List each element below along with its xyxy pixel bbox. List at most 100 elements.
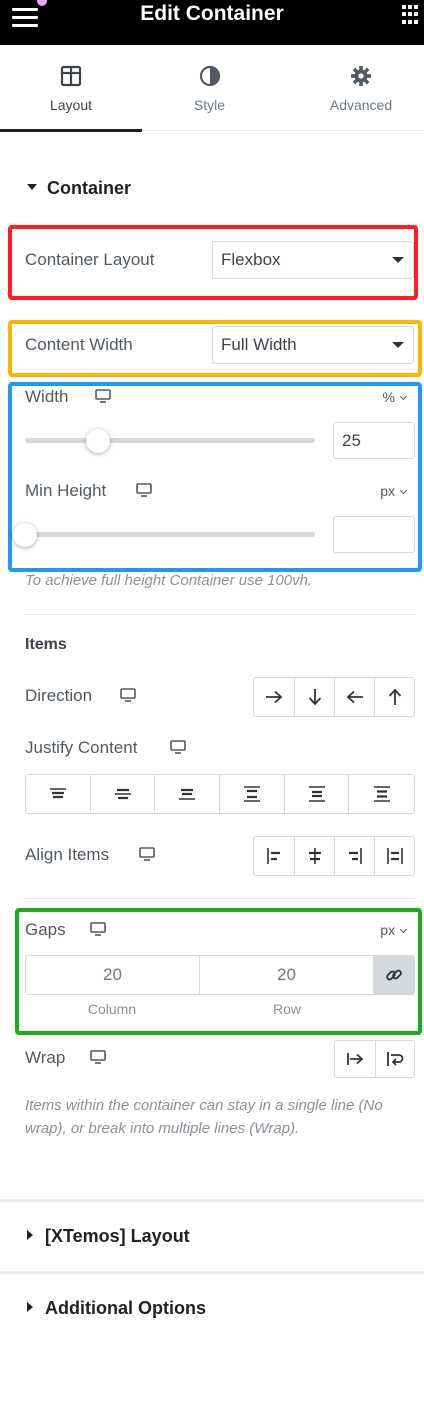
gaps-label: Gaps — [25, 920, 66, 939]
wrap-buttons — [334, 1040, 415, 1078]
chevron-down-icon — [399, 925, 408, 934]
direction-row-button[interactable] — [254, 678, 295, 716]
gap-column-label: Column — [87, 1001, 137, 1017]
desktop-icon[interactable] — [139, 847, 155, 861]
justify-space-around-icon — [308, 786, 325, 802]
panel-title: Edit Container — [140, 2, 284, 25]
min-height-slider-thumb[interactable] — [13, 523, 37, 547]
min-height-input[interactable] — [333, 516, 415, 553]
desktop-icon[interactable] — [170, 740, 186, 754]
content-width-label: Content Width — [25, 335, 133, 354]
direction-label: Direction — [25, 686, 93, 705]
direction-column-button[interactable] — [295, 678, 335, 716]
top-bar: Edit Container — [0, 0, 424, 45]
content-width-value: Full Width — [221, 335, 297, 354]
container-layout-select[interactable]: Flexbox — [212, 241, 414, 279]
justify-start-icon — [49, 788, 66, 799]
column-icon — [308, 689, 321, 706]
row-reverse-icon — [346, 690, 363, 704]
section-container-title: Container — [47, 178, 132, 198]
gap-column-input[interactable]: 20 — [26, 956, 200, 994]
section-additional-options-toggle[interactable]: Additional Options — [27, 1298, 206, 1319]
wrap-icon — [386, 1052, 404, 1066]
dropdown-arrow-icon — [392, 257, 404, 263]
caret-right-icon — [27, 1230, 33, 1241]
min-height-hint: To achieve full height Container use 100… — [25, 572, 313, 589]
widgets-grid-icon[interactable] — [402, 5, 422, 25]
width-unit-select[interactable]: % — [382, 389, 408, 405]
desktop-icon[interactable] — [136, 483, 152, 497]
min-height-unit-select[interactable]: px — [380, 483, 408, 499]
justify-space-around-button[interactable] — [285, 775, 350, 813]
justify-space-between-button[interactable] — [220, 775, 285, 813]
section-xtemos-layout-toggle[interactable]: [XTemos] Layout — [27, 1226, 190, 1247]
tab-style-label: Style — [193, 97, 226, 113]
align-center-button[interactable] — [295, 837, 335, 875]
justify-space-evenly-icon — [373, 786, 390, 802]
link-values-button[interactable] — [374, 956, 414, 994]
align-items-label: Align Items — [25, 845, 110, 864]
align-items-buttons — [253, 836, 415, 876]
width-label: Width — [25, 387, 69, 406]
caret-right-icon — [27, 1302, 33, 1313]
desktop-icon[interactable] — [120, 688, 136, 702]
items-heading: Items — [25, 636, 67, 653]
desktop-icon[interactable] — [95, 389, 111, 403]
caret-down-icon — [27, 184, 37, 191]
content-width-select[interactable]: Full Width — [212, 326, 414, 364]
justify-end-button[interactable] — [155, 775, 221, 813]
gaps-unit-select[interactable]: px — [380, 922, 408, 938]
panel-tabs: Layout Style Advanced — [0, 45, 424, 132]
align-end-button[interactable] — [335, 837, 375, 875]
width-slider-track[interactable] — [25, 438, 315, 443]
width-unit-value: % — [382, 389, 395, 405]
divider — [25, 898, 415, 899]
layout-icon — [60, 65, 82, 87]
gaps-unit-value: px — [380, 922, 395, 938]
tab-style[interactable]: Style — [142, 45, 277, 131]
wrap-button[interactable] — [376, 1041, 415, 1077]
direction-column-reverse-button[interactable] — [375, 678, 414, 716]
no-wrap-button[interactable] — [335, 1041, 376, 1077]
width-value: 25 — [342, 431, 361, 450]
min-height-slider-track[interactable] — [25, 532, 315, 537]
width-slider-thumb[interactable] — [85, 429, 110, 453]
column-reverse-icon — [388, 688, 401, 705]
justify-content-label: Justify Content — [25, 738, 138, 757]
tab-advanced[interactable]: Advanced — [290, 45, 424, 131]
align-stretch-button[interactable] — [375, 837, 414, 875]
container-layout-value: Flexbox — [221, 250, 281, 269]
justify-space-between-icon — [243, 786, 260, 802]
chevron-down-icon — [399, 486, 408, 495]
desktop-icon[interactable] — [90, 1050, 106, 1064]
gear-icon — [351, 66, 371, 86]
section-xtemos-layout-title: [XTemos] Layout — [45, 1226, 190, 1246]
section-container-toggle[interactable]: Container — [27, 178, 131, 199]
tab-layout[interactable]: Layout — [0, 45, 142, 132]
no-wrap-icon — [346, 1053, 364, 1065]
align-center-icon — [308, 848, 321, 864]
justify-space-evenly-button[interactable] — [349, 775, 414, 813]
min-height-unit-value: px — [380, 483, 395, 499]
tab-layout-label: Layout — [49, 97, 93, 113]
justify-end-icon — [179, 788, 196, 800]
desktop-icon[interactable] — [90, 922, 106, 936]
dropdown-arrow-icon — [392, 342, 404, 348]
align-start-button[interactable] — [254, 837, 295, 875]
align-start-icon — [267, 848, 280, 864]
justify-content-buttons — [25, 774, 415, 814]
align-end-icon — [348, 848, 362, 864]
justify-center-button[interactable] — [91, 775, 156, 813]
direction-buttons — [253, 677, 415, 717]
tab-advanced-label: Advanced — [329, 97, 393, 113]
gap-row-input[interactable]: 20 — [200, 956, 374, 994]
row-icon — [266, 690, 283, 704]
justify-start-button[interactable] — [26, 775, 91, 813]
half-circle-icon — [199, 65, 220, 87]
link-icon — [386, 969, 402, 981]
width-input[interactable]: 25 — [333, 422, 415, 459]
direction-row-reverse-button[interactable] — [335, 678, 375, 716]
wrap-label: Wrap — [25, 1048, 66, 1067]
align-stretch-icon — [386, 848, 403, 864]
section-separator — [0, 1271, 424, 1274]
